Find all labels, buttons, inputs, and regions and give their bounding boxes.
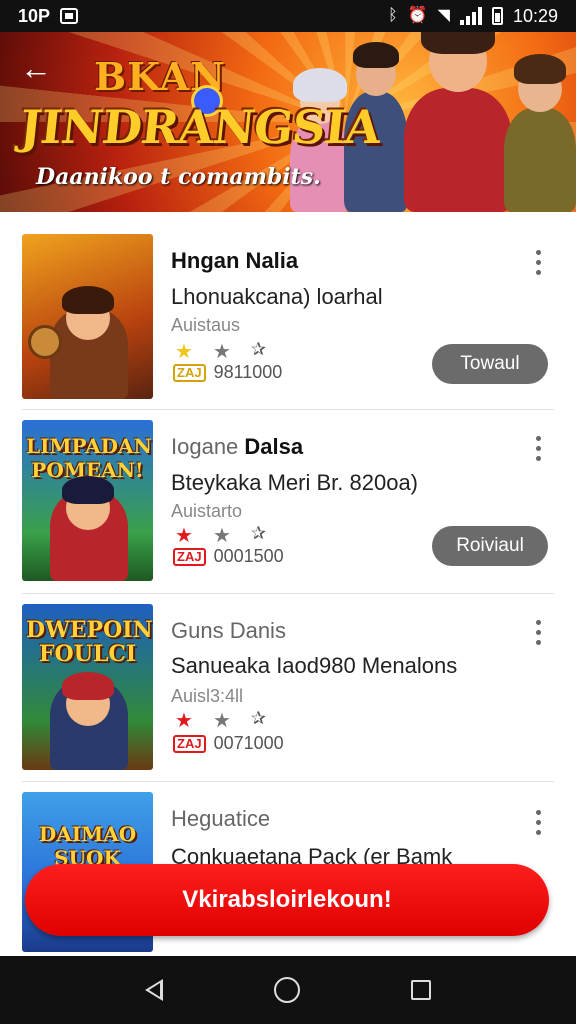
battery-icon bbox=[491, 7, 503, 25]
game-subtitle: Auisl3:4ll bbox=[171, 686, 244, 706]
star-icon: ★ bbox=[212, 525, 231, 547]
download-count: ZAJ 9811000 bbox=[173, 362, 282, 383]
status-left-text: 10P bbox=[18, 5, 51, 26]
back-arrow-icon[interactable]: ← bbox=[20, 52, 56, 88]
nav-recents-icon[interactable] bbox=[410, 980, 431, 1000]
count-value: 9811000 bbox=[213, 362, 283, 382]
game-description: Bteykaka Meri Br. 820oa) bbox=[171, 470, 419, 495]
bluetooth-icon: ᛒ bbox=[388, 7, 398, 24]
wifi-icon: ◥ bbox=[437, 7, 450, 24]
thumbnail-title: LIMPADAN POMEAN! bbox=[26, 434, 152, 482]
alarm-icon: ⏰ bbox=[407, 7, 428, 24]
game-title-prefix: Iogane bbox=[171, 434, 239, 459]
status-time: 10:29 bbox=[512, 5, 558, 26]
game-title: Heguatice bbox=[171, 806, 270, 832]
more-vert-icon[interactable] bbox=[534, 436, 542, 461]
game-title-text: Dalsa bbox=[244, 434, 304, 459]
game-thumbnail[interactable] bbox=[22, 234, 153, 399]
game-title: Iogane Dalsa bbox=[171, 434, 303, 460]
game-title: Guns Danis bbox=[171, 618, 286, 644]
count-badge: ZAJ bbox=[173, 547, 206, 566]
game-description: Lhonuakcana) loarhal bbox=[171, 284, 383, 309]
count-badge: ZAJ bbox=[173, 734, 206, 753]
rating-stars: ★ ★ ✰ bbox=[175, 523, 266, 548]
status-bar: 10P ᛒ ⏰ ◥ 10:29 bbox=[0, 0, 576, 32]
list-item[interactable]: Hngan Nalia Lhonuakcana) loarhal Auistau… bbox=[0, 212, 576, 410]
thumbnail-title: DAIMAO SUOK bbox=[38, 822, 137, 870]
game-thumbnail[interactable]: LIMPADAN POMEAN! bbox=[22, 420, 153, 581]
star-icon: ★ bbox=[212, 341, 231, 363]
star-icon: ★ bbox=[175, 710, 193, 732]
game-thumbnail[interactable]: DWEPOIN FOULCI bbox=[22, 604, 153, 770]
count-value: 0001500 bbox=[213, 546, 284, 566]
action-button[interactable]: Roiviaul bbox=[432, 526, 548, 566]
game-subtitle: Auistarto bbox=[171, 501, 243, 521]
more-vert-icon[interactable] bbox=[534, 250, 542, 275]
nav-home-icon[interactable] bbox=[273, 977, 300, 1003]
rating-stars: ★ ★ ✰ bbox=[175, 708, 266, 733]
hero-banner: ← BKAN JINDRANGSIA Daanikoo t comambits. bbox=[0, 32, 576, 212]
game-title: Hngan Nalia bbox=[171, 248, 298, 274]
star-outline-icon: ✰ bbox=[250, 339, 266, 359]
star-icon: ★ bbox=[175, 341, 193, 363]
star-outline-icon: ✰ bbox=[250, 708, 266, 728]
star-icon: ★ bbox=[212, 710, 231, 732]
hero-title: JINDRANGSIA bbox=[17, 100, 383, 154]
thumbnail-title: DWEPOIN FOULCI bbox=[26, 617, 153, 667]
star-icon: ★ bbox=[175, 525, 193, 547]
more-vert-icon[interactable] bbox=[534, 810, 542, 835]
count-value: 0071000 bbox=[213, 733, 284, 753]
more-vert-icon[interactable] bbox=[534, 620, 542, 645]
download-count: ZAJ 0071000 bbox=[173, 733, 284, 754]
game-title-prefix: Heguatice bbox=[171, 806, 271, 831]
download-count: ZAJ 0001500 bbox=[173, 546, 284, 567]
game-description: Sanueaka Iaod980 Menalons bbox=[171, 653, 458, 678]
nav-back-icon[interactable] bbox=[145, 979, 164, 1001]
hero-character-leader bbox=[404, 32, 512, 212]
action-button[interactable]: Towaul bbox=[432, 344, 548, 384]
star-outline-icon: ✰ bbox=[250, 523, 266, 543]
list-item[interactable]: DWEPOIN FOULCI Guns Danis Sanueaka Iaod9… bbox=[0, 594, 576, 782]
cell-signal-icon bbox=[459, 7, 482, 25]
count-badge: ZAJ bbox=[173, 363, 206, 382]
game-subtitle: Auistaus bbox=[171, 315, 241, 335]
hero-tagline: Daanikoo t comambits. bbox=[36, 164, 321, 190]
cta-button[interactable]: Vkirabsloirlekoun! bbox=[25, 864, 549, 936]
game-title-prefix: Guns Danis bbox=[171, 618, 286, 643]
rating-stars: ★ ★ ✰ bbox=[175, 339, 266, 364]
notification-icon bbox=[60, 8, 79, 24]
list-item[interactable]: LIMPADAN POMEAN! Iogane Dalsa Bteykaka M… bbox=[0, 410, 576, 594]
game-title-text: Hngan Nalia bbox=[171, 248, 299, 273]
system-nav-bar bbox=[0, 956, 576, 1024]
hero-character-archer bbox=[504, 54, 576, 212]
